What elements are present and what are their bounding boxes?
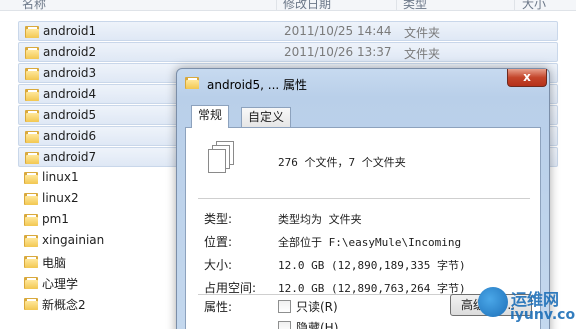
file-name: android1 — [43, 24, 97, 38]
readonly-label[interactable]: 只读(R) — [296, 298, 338, 315]
folder-icon — [24, 192, 38, 205]
file-name: 电脑 — [42, 256, 67, 270]
file-name: linux1 — [42, 170, 79, 184]
file-name: android7 — [43, 150, 97, 164]
folder-icon — [24, 171, 38, 184]
hidden-label[interactable]: 隐藏(H) — [296, 319, 338, 329]
folder-icon — [24, 276, 38, 289]
folder-icon — [25, 130, 39, 143]
size-label: 大小: — [204, 258, 233, 272]
divider — [198, 198, 530, 199]
file-date: 2011/10/26 13:37 — [284, 45, 392, 59]
folder-icon — [25, 46, 39, 59]
folder-icon — [24, 255, 38, 268]
folder-icon — [25, 25, 39, 38]
file-name: linux2 — [42, 191, 79, 205]
column-divider[interactable] — [396, 0, 397, 10]
file-name: xingainian — [42, 233, 105, 247]
column-size-header[interactable]: 大小 — [522, 0, 546, 10]
column-header: 名称 修改日期 类型 大小 — [0, 0, 576, 11]
file-row[interactable]: android1 2011/10/25 14:44 文件夹 — [18, 21, 558, 41]
close-button[interactable]: x — [507, 69, 547, 87]
location-value: 全部位于 F:\easyMule\Incoming — [278, 236, 462, 249]
column-divider[interactable] — [276, 0, 277, 10]
folder-icon — [25, 88, 39, 101]
file-name: android2 — [43, 45, 97, 59]
file-name: 心理学 — [42, 277, 79, 291]
tab-custom[interactable]: 自定义 — [241, 107, 292, 127]
readonly-checkbox[interactable] — [278, 300, 291, 313]
folder-icon — [25, 109, 39, 122]
folder-icon — [24, 234, 38, 247]
folder-icon — [25, 67, 39, 80]
attributes-label: 属性: — [204, 300, 233, 314]
type-value: 类型均为 文件夹 — [278, 213, 362, 226]
file-row[interactable]: android2 2011/10/26 13:37 文件夹 — [18, 42, 558, 62]
folder-icon — [24, 213, 38, 226]
size-value: 12.0 GB (12,890,189,335 字节) — [278, 259, 466, 272]
hidden-checkbox[interactable] — [278, 321, 291, 329]
selection-summary: 276 个文件，7 个文件夹 — [278, 156, 406, 169]
type-label: 类型: — [204, 212, 233, 226]
location-label: 位置: — [204, 235, 233, 249]
file-type: 文件夹 — [404, 26, 441, 40]
file-name: 新概念2 — [42, 298, 86, 312]
column-date-header[interactable]: 修改日期 — [283, 0, 331, 10]
folder-icon — [25, 151, 39, 164]
watermark-domain: iyunv.com — [510, 307, 576, 323]
tab-general[interactable]: 常规 — [191, 105, 230, 128]
column-divider[interactable] — [514, 0, 515, 10]
file-name: android4 — [43, 87, 97, 101]
file-name: android3 — [43, 66, 97, 80]
file-name: android6 — [43, 129, 97, 143]
file-name: android5 — [43, 108, 97, 122]
column-type-header[interactable]: 类型 — [403, 0, 427, 10]
dialog-title: android5, ... 属性 — [207, 78, 308, 92]
watermark-logo-icon — [478, 287, 508, 317]
file-name: pm1 — [42, 212, 69, 226]
folder-icon — [185, 76, 199, 89]
column-name-header[interactable]: 名称 — [22, 0, 46, 10]
multiple-files-icon — [208, 141, 234, 175]
folder-icon — [24, 297, 38, 310]
file-date: 2011/10/25 14:44 — [284, 24, 392, 38]
file-type: 文件夹 — [404, 47, 441, 61]
